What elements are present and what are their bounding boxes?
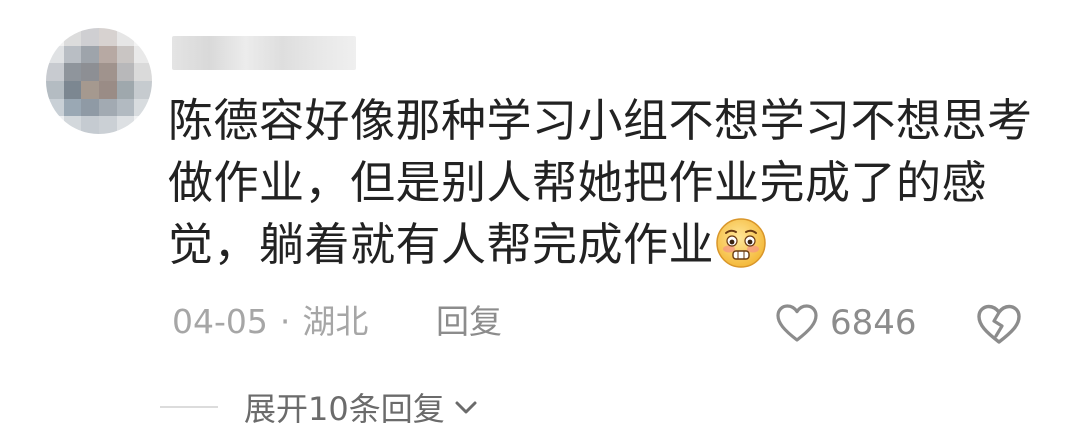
reply-button[interactable]: 回复 (436, 300, 502, 344)
avatar[interactable] (46, 28, 152, 134)
comment-item: 陈德容好像那种学习小组不想学习不想思考做作业，但是别人帮她把作业完成了的感觉，躺… (0, 0, 1080, 438)
chevron-down-icon (455, 401, 477, 414)
pleading-face-emoji-icon (716, 218, 766, 268)
comment-body: 陈德容好像那种学习小组不想学习不想思考做作业，但是别人帮她把作业完成了的感觉，躺… (168, 90, 1048, 276)
comment-meta: 04-05 · 湖北 (172, 300, 368, 344)
like-button[interactable]: 6846 (774, 300, 917, 346)
comment-date: 04-05 (172, 302, 268, 341)
comment-location: 湖北 (302, 302, 369, 341)
divider-line (160, 406, 218, 408)
expand-replies-button[interactable]: 展开10条回复 (160, 384, 481, 430)
like-count: 6846 (830, 303, 917, 343)
heart-outline-icon (776, 304, 818, 342)
comment-text: 陈德容好像那种学习小组不想学习不想思考做作业，但是别人帮她把作业完成了的感觉，躺… (168, 94, 1033, 271)
expand-replies-label: 展开10条回复 (244, 390, 445, 428)
meta-separator: · (279, 302, 291, 341)
username-blurred[interactable] (172, 36, 356, 70)
broken-heart-icon[interactable] (974, 302, 1024, 346)
